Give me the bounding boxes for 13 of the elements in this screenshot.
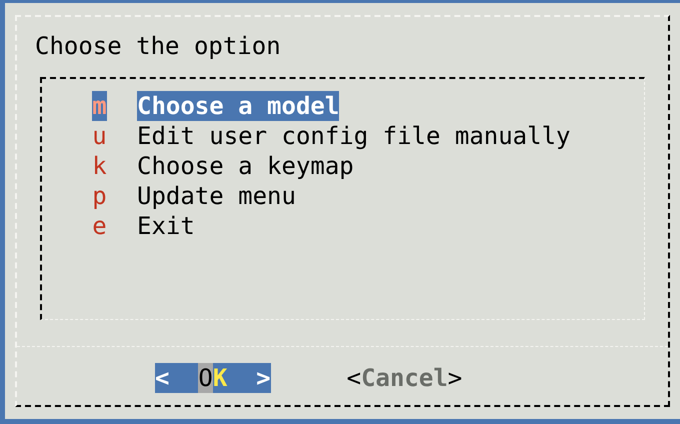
dialog-title: Choose the option bbox=[34, 31, 282, 61]
menu-hotkey: e bbox=[92, 211, 107, 241]
menu-hotkey: m bbox=[92, 91, 107, 121]
menu-item[interactable]: Choose a model bbox=[137, 91, 340, 121]
menu-item[interactable]: Choose a keymap bbox=[137, 151, 354, 181]
ok-button[interactable]: < OK > bbox=[155, 363, 271, 393]
menu-hotkey: u bbox=[92, 121, 107, 151]
menu-hotkey: p bbox=[92, 181, 107, 211]
menu-item[interactable]: Edit user config file manually bbox=[137, 121, 570, 151]
menu-item[interactable]: Exit bbox=[137, 211, 195, 241]
menu-hotkey: k bbox=[92, 151, 107, 181]
menu-item[interactable]: Update menu bbox=[137, 181, 296, 211]
cancel-button[interactable]: <Cancel> bbox=[346, 363, 462, 393]
